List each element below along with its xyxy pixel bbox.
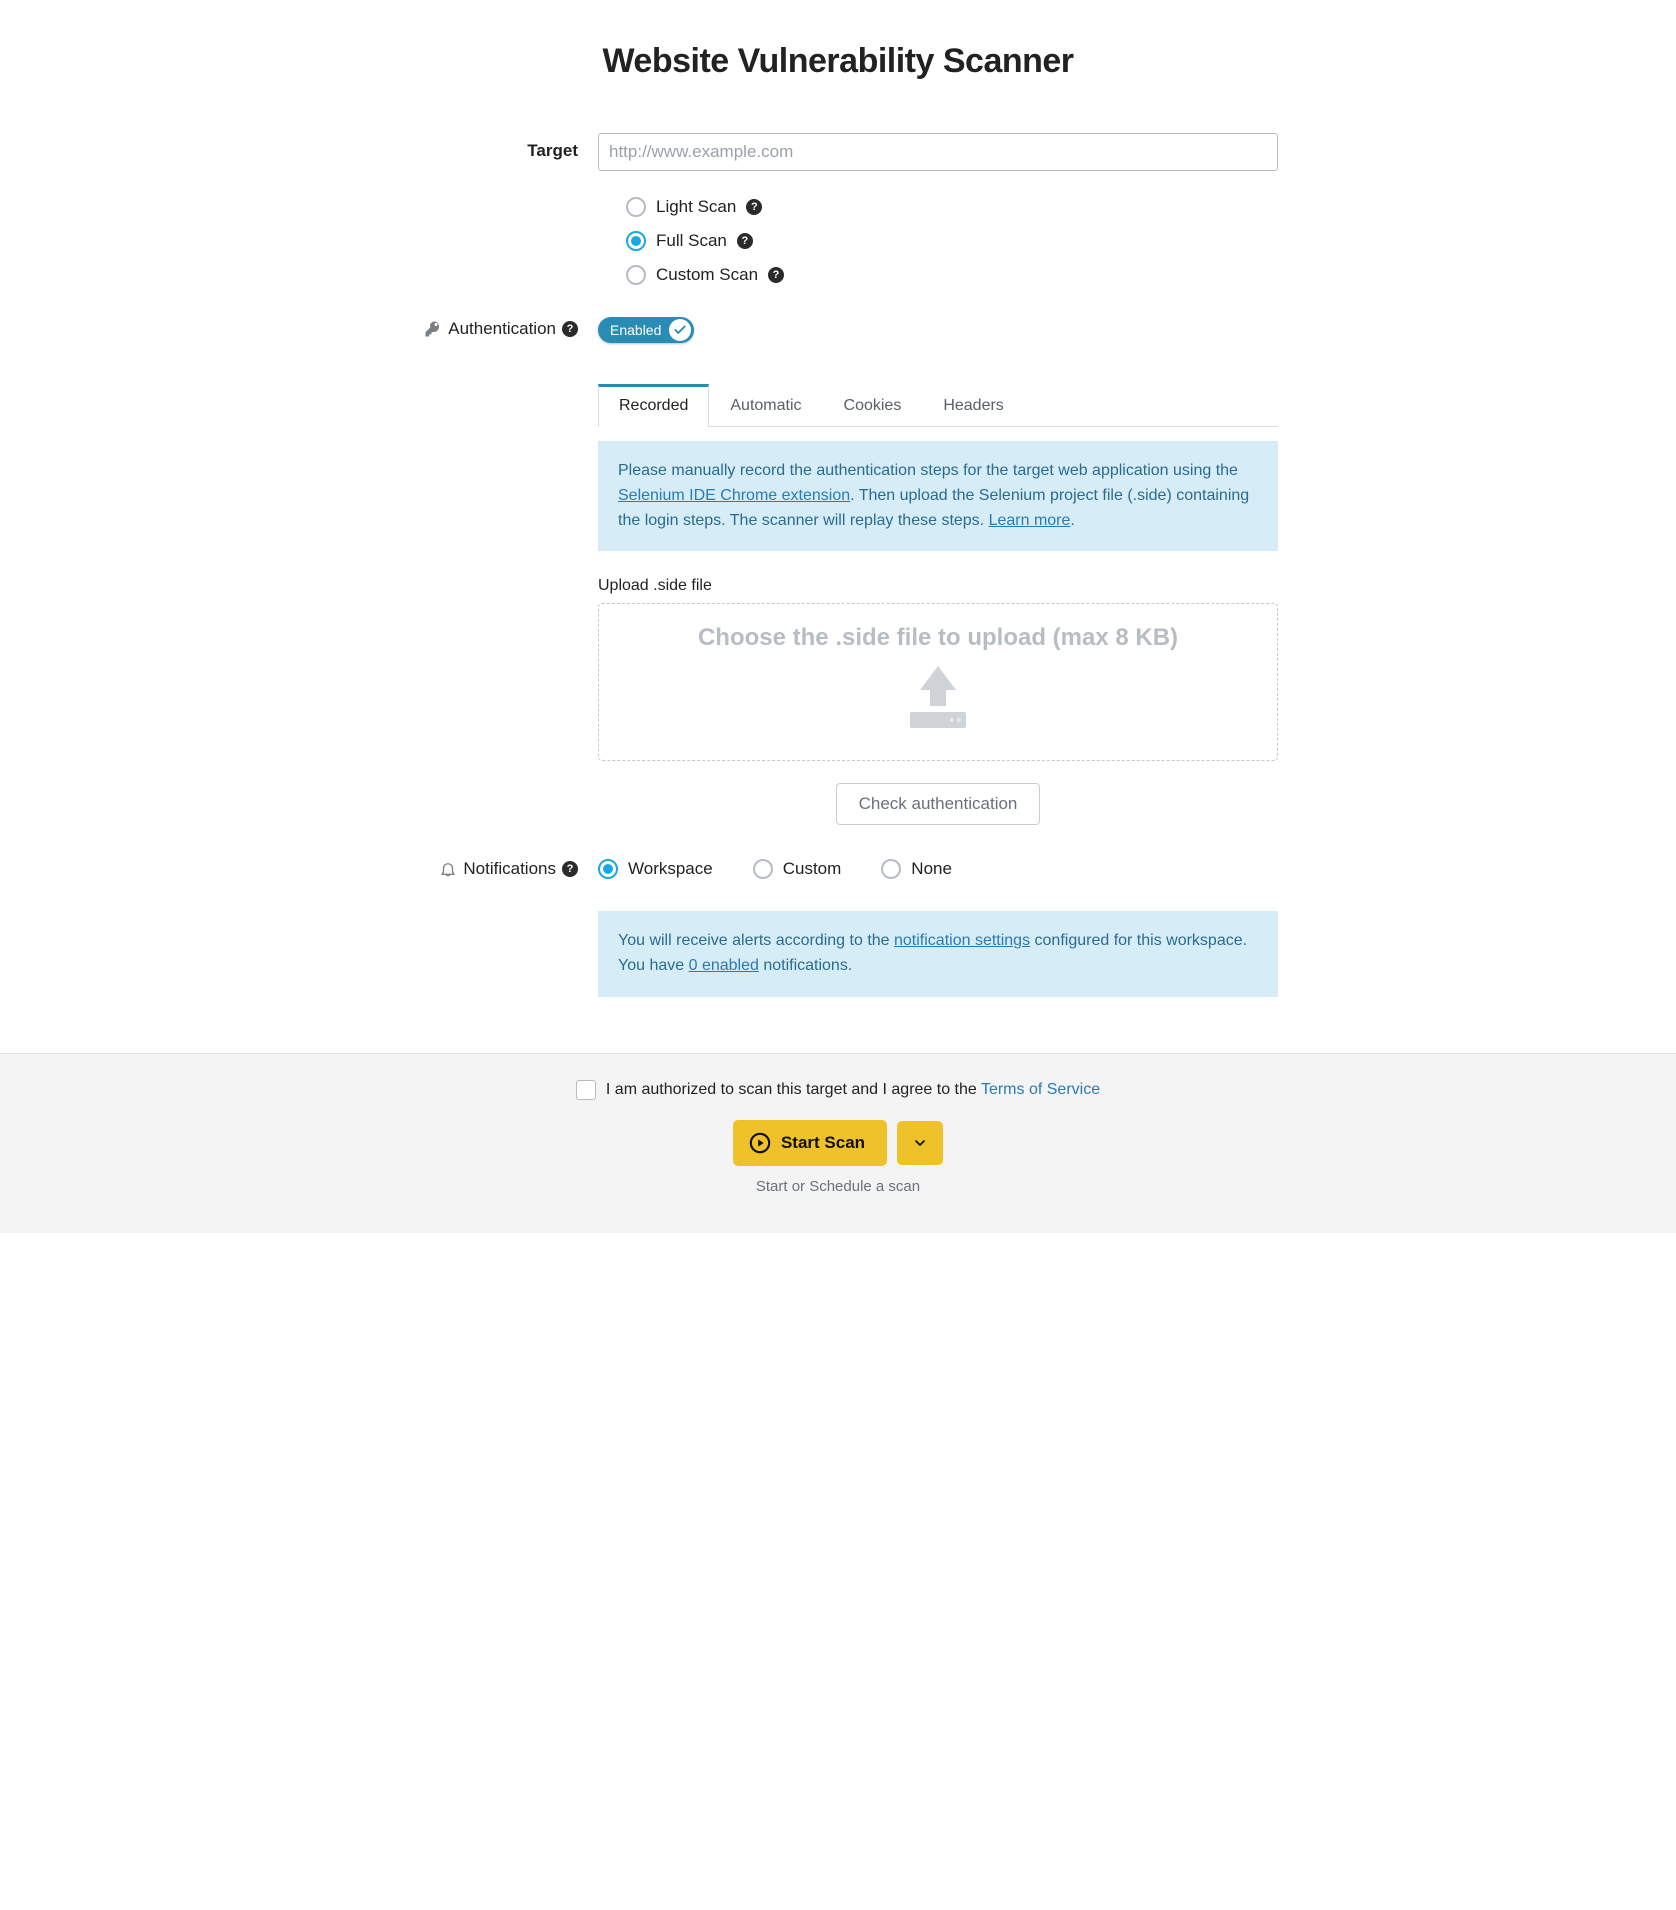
authentication-label: Authentication [448, 319, 556, 339]
terms-of-service-link[interactable]: Terms of Service [981, 1081, 1100, 1098]
notifications-label: Notifications [463, 859, 556, 879]
dropzone-text: Choose the .side file to upload (max 8 K… [619, 624, 1257, 652]
authorize-checkbox[interactable] [576, 1080, 596, 1100]
radio-label: None [911, 859, 952, 879]
radio-notifications-none[interactable] [881, 859, 901, 879]
bell-icon [439, 860, 457, 878]
help-icon[interactable]: ? [562, 321, 578, 337]
notification-settings-link[interactable]: notification settings [894, 932, 1030, 949]
help-icon[interactable]: ? [562, 861, 578, 877]
radio-label: Custom Scan [656, 265, 758, 285]
help-icon[interactable]: ? [746, 199, 762, 215]
play-icon [749, 1132, 771, 1154]
info-text: Please manually record the authenticatio… [618, 462, 1238, 479]
start-scan-button[interactable]: Start Scan [733, 1120, 887, 1166]
target-label: Target [398, 133, 598, 161]
agree-text: I am authorized to scan this target and … [606, 1081, 981, 1098]
radio-label: Light Scan [656, 197, 736, 217]
key-icon [424, 320, 442, 338]
footer-subtext: Start or Schedule a scan [0, 1178, 1676, 1195]
start-scan-dropdown-button[interactable] [897, 1121, 943, 1165]
chevron-down-icon [912, 1135, 928, 1151]
check-authentication-button[interactable]: Check authentication [836, 783, 1041, 825]
toggle-label: Enabled [610, 322, 661, 338]
enabled-notifications-link[interactable]: 0 enabled [689, 957, 759, 974]
radio-light-scan[interactable] [626, 197, 646, 217]
tab-automatic[interactable]: Automatic [709, 384, 822, 427]
radio-label: Custom [783, 859, 842, 879]
page-title: Website Vulnerability Scanner [398, 42, 1278, 81]
info-text: You will receive alerts according to the [618, 932, 894, 949]
radio-notifications-workspace[interactable] [598, 859, 618, 879]
upload-label: Upload .side file [598, 577, 1278, 595]
learn-more-link[interactable]: Learn more [989, 512, 1071, 529]
selenium-extension-link[interactable]: Selenium IDE Chrome extension [618, 487, 850, 504]
start-scan-label: Start Scan [781, 1133, 865, 1153]
target-input[interactable] [598, 133, 1278, 171]
radio-label: Workspace [628, 859, 713, 879]
notifications-info-box: You will receive alerts according to the… [598, 911, 1278, 997]
auth-info-box: Please manually record the authenticatio… [598, 441, 1278, 551]
auth-tabs: Recorded Automatic Cookies Headers [598, 383, 1278, 427]
tab-headers[interactable]: Headers [922, 384, 1024, 427]
authentication-toggle[interactable]: Enabled [598, 317, 694, 343]
radio-label: Full Scan [656, 231, 727, 251]
info-text: notifications. [759, 957, 852, 974]
info-text: . [1070, 512, 1074, 529]
radio-notifications-custom[interactable] [753, 859, 773, 879]
upload-dropzone[interactable]: Choose the .side file to upload (max 8 K… [598, 603, 1278, 761]
footer: I am authorized to scan this target and … [0, 1053, 1676, 1233]
radio-custom-scan[interactable] [626, 265, 646, 285]
help-icon[interactable]: ? [768, 267, 784, 283]
upload-icon [896, 662, 980, 734]
radio-full-scan[interactable] [626, 231, 646, 251]
help-icon[interactable]: ? [737, 233, 753, 249]
tab-cookies[interactable]: Cookies [823, 384, 923, 427]
tab-recorded[interactable]: Recorded [598, 384, 709, 427]
check-icon [669, 319, 691, 341]
